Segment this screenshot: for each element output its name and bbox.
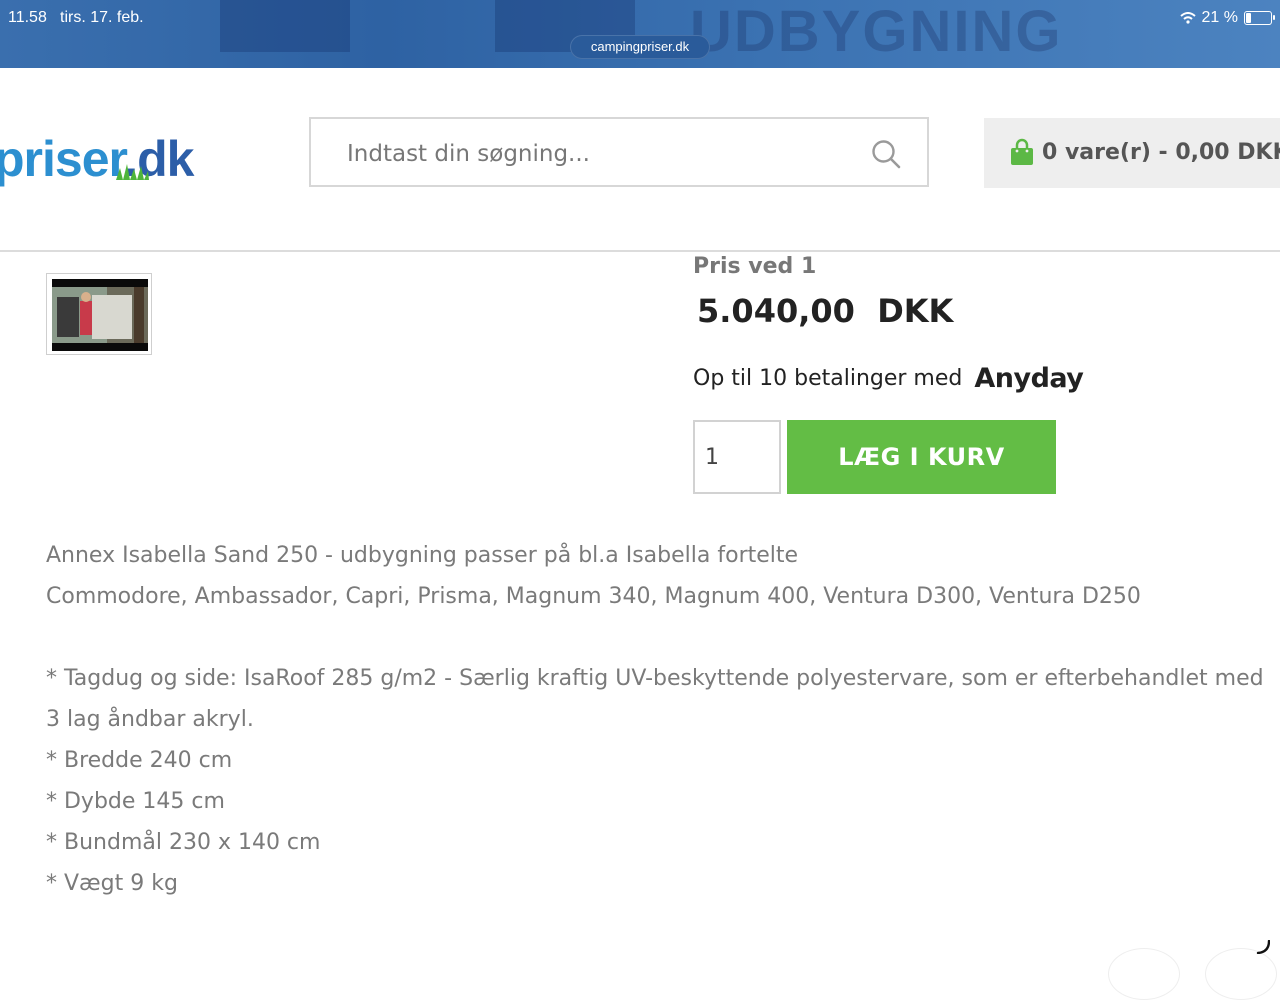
quantity-input[interactable]: [693, 420, 781, 494]
description-line: * Bundmål 230 x 140 cm: [46, 830, 321, 855]
description-line: * Bredde 240 cm: [46, 748, 233, 773]
site-logo[interactable]: priser.dk: [0, 130, 194, 188]
product-video-thumbnail[interactable]: [46, 273, 152, 355]
background-blur: [220, 0, 350, 52]
grass-logo-icon: [116, 164, 149, 180]
installments-row: Op til 10 betalinger med Anyday: [693, 363, 1084, 394]
anyday-logo[interactable]: Anyday: [974, 363, 1084, 394]
logo-text-part1: priser: [0, 131, 125, 187]
description-line: * Tagdug og side: IsaRoof 285 g/m2 - Sær…: [46, 666, 1264, 732]
battery-icon: [1244, 11, 1275, 25]
cart-summary: 0 vare(r) - 0,00 DKK: [1042, 140, 1280, 165]
installments-text: Op til 10 betalinger med: [693, 366, 963, 391]
shopping-bag-icon: [1011, 138, 1033, 165]
resize-handle-icon[interactable]: [1256, 940, 1270, 954]
description-line: Commodore, Ambassador, Capri, Prisma, Ma…: [46, 584, 1141, 609]
url-bar[interactable]: campingpriser.dk: [570, 35, 710, 59]
description-line: * Vægt 9 kg: [46, 871, 178, 896]
floating-button-shadow: [1108, 948, 1180, 1000]
battery-percent: 21 %: [1201, 9, 1238, 26]
floating-button-shadow: [1205, 948, 1277, 1000]
price-label: Pris ved 1: [693, 254, 817, 279]
status-bar: UDBYGNING 11.58 tirs. 17. feb. 21 % camp…: [0, 0, 1280, 68]
status-date: tirs. 17. feb.: [60, 9, 144, 26]
wifi-icon: [1179, 12, 1196, 24]
product-description: Annex Isabella Sand 250 - udbygning pass…: [46, 535, 1266, 904]
product-price: 5.040,00 DKK: [697, 292, 954, 330]
thumbnail-image: [52, 279, 148, 351]
header-divider: [0, 250, 1280, 252]
background-word: UDBYGNING: [690, 0, 1063, 64]
search-input[interactable]: [345, 133, 849, 175]
cart-button[interactable]: 0 vare(r) - 0,00 DKK: [984, 118, 1280, 188]
status-time: 11.58: [8, 9, 47, 26]
search-icon[interactable]: [871, 139, 901, 169]
search-box[interactable]: [309, 117, 929, 187]
description-line: * Dybde 145 cm: [46, 789, 225, 814]
thumbnail-picture: [52, 279, 148, 351]
add-to-cart-button[interactable]: LÆG I KURV: [787, 420, 1056, 494]
description-line: Annex Isabella Sand 250 - udbygning pass…: [46, 543, 799, 568]
status-right: 21 %: [1179, 9, 1275, 27]
